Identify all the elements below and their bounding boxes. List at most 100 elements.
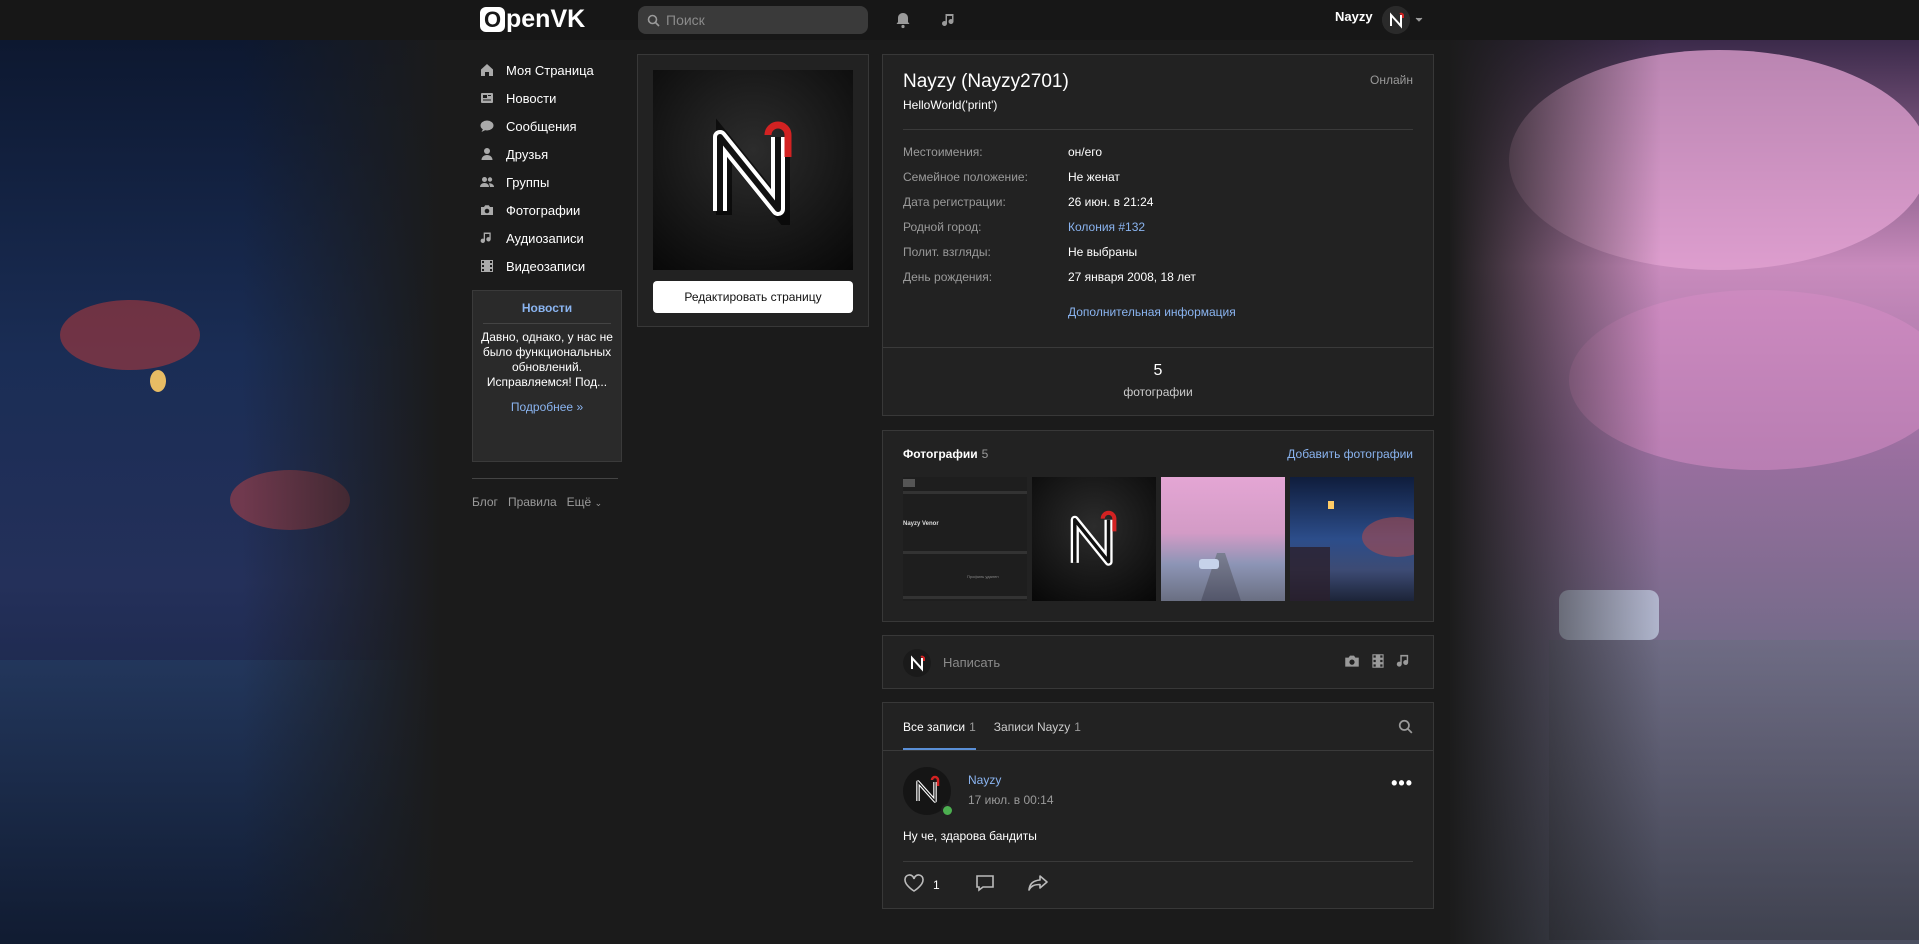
menu-item-groups[interactable]: Группы — [478, 168, 628, 196]
info-row-birthday: День рождения: 27 января 2008, 18 лет — [903, 270, 1196, 284]
music-icon[interactable] — [1395, 652, 1413, 675]
profile-info-list: Местоимения: он/его Семейное положение: Не… — [903, 145, 1415, 295]
video-icon[interactable] — [1369, 652, 1387, 675]
header-username[interactable]: Nayzy — [1335, 9, 1373, 24]
menu-item-photos[interactable]: Фотографии — [478, 196, 628, 224]
divider — [883, 347, 1433, 348]
footer-links: Блог Правила Ещё ⌄ — [472, 495, 602, 509]
groups-icon — [478, 173, 496, 191]
divider — [883, 750, 1433, 751]
video-icon — [478, 257, 496, 275]
info-row-hometown: Родной город: Колония #132 — [903, 220, 1415, 245]
left-menu: Моя Страница Новости Сообщения Друзья Гр… — [478, 56, 628, 280]
camera-icon — [478, 201, 496, 219]
info-row-registration: Дата регистрации: 26 июн. в 21:24 — [903, 195, 1154, 209]
profile-name: Nayzy (Nayzy2701) — [903, 71, 1069, 92]
home-icon — [478, 61, 496, 79]
search-icon[interactable] — [1398, 719, 1413, 739]
wall-panel: Все записи 1 Записи Nayzy 1 Nayzy 17 июл. … — [882, 702, 1434, 909]
background-art-right — [1449, 40, 1919, 944]
info-row-politics: Полит. взгляды: Не выбраны — [903, 245, 1138, 259]
photos-count: 5 — [981, 447, 989, 461]
divider — [903, 861, 1413, 862]
avatar — [903, 649, 931, 677]
photos-title[interactable]: Фотографии 5 — [903, 447, 988, 461]
post-compose-panel: Написать — [882, 635, 1434, 689]
top-header: OpenVK Nayzy — [0, 0, 1919, 40]
online-indicator — [941, 804, 954, 817]
menu-label: Друзья — [506, 146, 549, 162]
tab-all-posts[interactable]: Все записи 1 — [903, 703, 976, 750]
info-row-pronouns: Местоимения: он/его — [903, 145, 1103, 159]
menu-item-audio[interactable]: Аудиозаписи — [478, 224, 628, 252]
menu-item-my-page[interactable]: Моя Страница — [478, 56, 628, 84]
divider — [472, 478, 618, 479]
menu-label: Сообщения — [506, 118, 577, 134]
footer-link-more[interactable]: Ещё ⌄ — [567, 495, 602, 509]
photos-counter-value[interactable]: 5 — [883, 362, 1433, 380]
tab-owner-posts[interactable]: Записи Nayzy 1 — [994, 703, 1081, 750]
chevron-down-icon[interactable] — [1414, 12, 1424, 30]
photo-thumbnail[interactable] — [1161, 477, 1285, 601]
like-icon[interactable] — [903, 873, 925, 896]
friends-icon — [478, 145, 496, 163]
photos-panel: Фотографии 5 Добавить фотографии Nayzy Ve… — [882, 430, 1434, 622]
news-widget: Новости Давно, однако, у нас не было фун… — [472, 290, 622, 462]
info-row-relationship: Семейное положение: Не женат — [903, 170, 1120, 184]
compose-attachments — [1343, 652, 1413, 675]
profile-avatar[interactable] — [653, 70, 853, 270]
divider — [903, 129, 1413, 130]
news-widget-text: Давно, однако, у нас не было функциональ… — [481, 330, 613, 389]
photo-thumbnail[interactable] — [1032, 477, 1156, 601]
menu-label: Видеозаписи — [506, 258, 586, 274]
menu-item-video[interactable]: Видеозаписи — [478, 252, 628, 280]
menu-item-news[interactable]: Новости — [478, 84, 628, 112]
online-status: Онлайн — [1370, 73, 1413, 87]
search-box[interactable] — [638, 6, 868, 34]
add-photos-link[interactable]: Добавить фотографии — [1287, 447, 1413, 461]
header-avatar[interactable] — [1382, 6, 1410, 34]
news-icon — [478, 89, 496, 107]
menu-label: Фотографии — [506, 202, 581, 218]
wall-tabs: Все записи 1 Записи Nayzy 1 — [903, 703, 1099, 750]
post-actions: 1 — [903, 873, 1050, 896]
chevron-down-icon: ⌄ — [594, 498, 603, 508]
footer-link-rules[interactable]: Правила — [508, 495, 557, 509]
news-widget-more-link[interactable]: Подробнее » — [473, 400, 621, 414]
post-date[interactable]: 17 июл. в 00:14 — [968, 793, 1054, 807]
camera-icon[interactable] — [1343, 652, 1361, 675]
music-icon[interactable] — [937, 8, 961, 32]
photos-counter-label[interactable]: фотографии — [883, 385, 1433, 399]
menu-label: Новости — [506, 90, 557, 106]
more-info-link[interactable]: Дополнительная информация — [1068, 305, 1236, 319]
search-icon — [647, 14, 660, 27]
comment-icon[interactable] — [974, 873, 996, 896]
more-options-icon[interactable]: ••• — [1391, 773, 1413, 794]
profile-status[interactable]: HelloWorld('print') — [903, 98, 997, 112]
photo-thumbnail[interactable] — [1290, 477, 1414, 601]
logo-letter: O — [480, 7, 505, 32]
share-icon[interactable] — [1026, 873, 1050, 896]
edit-page-button[interactable]: Редактировать страницу — [653, 281, 853, 313]
menu-item-messages[interactable]: Сообщения — [478, 112, 628, 140]
background-art-left — [0, 40, 440, 944]
photo-thumbnails: Nayzy Venor Профиль удален — [903, 477, 1414, 601]
divider — [483, 323, 611, 324]
music-icon — [478, 229, 496, 247]
search-input[interactable] — [664, 11, 858, 29]
hometown-link[interactable]: Колония #132 — [1068, 220, 1145, 245]
post-text: Ну че, здарова бандиты — [903, 829, 1037, 843]
bell-icon[interactable] — [891, 8, 915, 32]
compose-input[interactable]: Написать — [943, 655, 1000, 670]
news-widget-title: Новости — [521, 301, 573, 315]
menu-label: Моя Страница — [506, 62, 594, 78]
logo-text: penVK — [506, 5, 586, 33]
openvk-logo[interactable]: OpenVK — [480, 5, 585, 34]
post-author-link[interactable]: Nayzy — [968, 773, 1001, 787]
photo-thumbnail[interactable]: Nayzy Venor Профиль удален — [903, 477, 1027, 601]
avatar-panel: Редактировать страницу — [637, 54, 869, 327]
like-count: 1 — [933, 877, 940, 892]
footer-link-blog[interactable]: Блог — [472, 495, 498, 509]
menu-label: Аудиозаписи — [506, 230, 584, 246]
menu-item-friends[interactable]: Друзья — [478, 140, 628, 168]
